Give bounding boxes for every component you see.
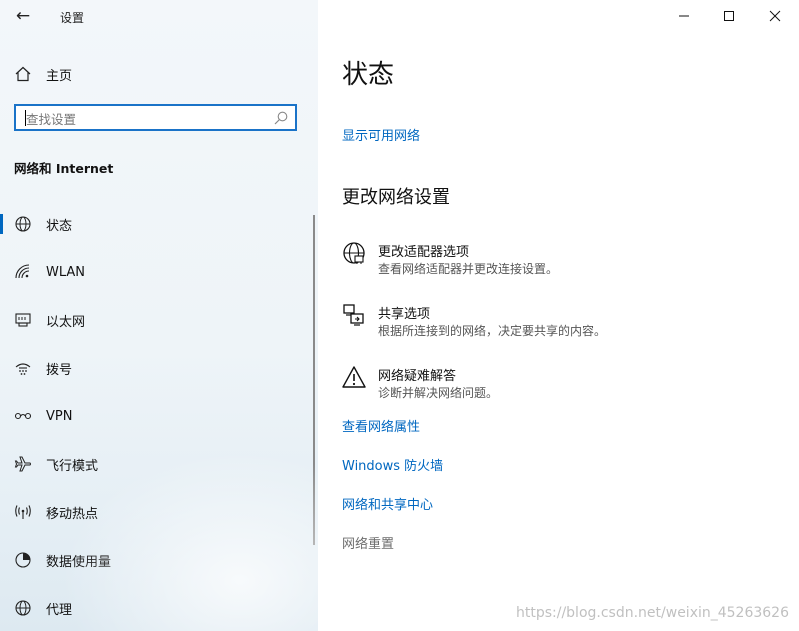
app-title: 设置 <box>60 11 85 25</box>
option-title: 共享选项 <box>378 307 431 322</box>
sidebar: ← 设置 主页 网络和 Internet 状态 WLAN 以太网 <box>0 0 318 631</box>
adapter-globe-icon <box>342 241 366 265</box>
windows-firewall-link[interactable]: Windows 防火墙 <box>342 455 443 474</box>
search-box[interactable] <box>14 104 297 131</box>
maximize-icon[interactable] <box>718 6 740 26</box>
data-usage-icon <box>14 551 32 569</box>
sidebar-item-label: 数据使用量 <box>46 554 112 570</box>
option-title: 网络疑难解答 <box>378 369 457 384</box>
network-sharing-center-link[interactable]: 网络和共享中心 <box>342 494 433 513</box>
sidebar-item-vpn[interactable]: VPN <box>14 406 72 426</box>
selected-indicator <box>0 214 3 234</box>
globe-icon <box>14 215 32 233</box>
sidebar-item-label: 代理 <box>46 602 73 618</box>
back-arrow-icon[interactable]: ← <box>12 6 34 26</box>
sidebar-item-airplane[interactable]: 飞行模式 <box>14 454 98 474</box>
sidebar-item-dialup[interactable]: 拨号 <box>14 358 72 378</box>
option-description: 根据所连接到的网络，决定要共享的内容。 <box>378 324 607 338</box>
sharing-options[interactable]: 共享选项 根据所连接到的网络，决定要共享的内容。 <box>342 303 782 343</box>
sidebar-item-status[interactable]: 状态 <box>14 214 72 234</box>
vpn-icon <box>14 407 32 425</box>
sidebar-item-ethernet[interactable]: 以太网 <box>14 310 85 330</box>
wifi-icon <box>14 263 32 281</box>
network-reset-link[interactable]: 网络重置 <box>342 533 394 552</box>
change-network-settings-heading: 更改网络设置 <box>342 187 450 208</box>
option-title: 更改适配器选项 <box>378 245 470 260</box>
network-troubleshooter[interactable]: 网络疑难解答 诊断并解决网络问题。 <box>342 365 782 405</box>
sidebar-item-proxy[interactable]: 代理 <box>14 598 72 618</box>
sidebar-scrollbar[interactable] <box>313 215 315 545</box>
search-icon[interactable] <box>273 110 289 126</box>
home-icon <box>14 65 32 83</box>
change-adapter-options[interactable]: 更改适配器选项 查看网络适配器并更改连接设置。 <box>342 241 782 281</box>
sidebar-item-label: 飞行模式 <box>46 458 99 474</box>
sidebar-item-label: 以太网 <box>46 314 86 330</box>
sidebar-item-label: VPN <box>46 408 73 424</box>
dialup-icon <box>14 359 32 377</box>
watermark: https://blog.csdn.net/weixin_45263626 <box>515 605 789 621</box>
show-available-networks-link[interactable]: 显示可用网络 <box>342 125 420 144</box>
sidebar-item-wlan[interactable]: WLAN <box>14 262 85 282</box>
section-heading: 网络和 Internet <box>14 161 114 176</box>
option-description: 诊断并解决网络问题。 <box>378 386 499 400</box>
sidebar-item-hotspot[interactable]: 移动热点 <box>14 502 98 522</box>
ethernet-icon <box>14 311 32 329</box>
sidebar-item-label: 状态 <box>46 218 73 234</box>
search-input[interactable] <box>24 109 268 129</box>
sidebar-item-label: 移动热点 <box>46 506 99 522</box>
close-icon[interactable] <box>764 6 786 26</box>
sidebar-item-data-usage[interactable]: 数据使用量 <box>14 550 111 570</box>
sharing-icon <box>342 303 366 327</box>
option-description: 查看网络适配器并更改连接设置。 <box>378 262 559 276</box>
warning-icon <box>342 365 366 389</box>
view-network-properties-link[interactable]: 查看网络属性 <box>342 416 420 435</box>
airplane-icon <box>14 455 32 473</box>
home-label: 主页 <box>46 68 73 84</box>
sidebar-item-label: WLAN <box>46 264 86 280</box>
home-nav-item[interactable]: 主页 <box>14 64 72 84</box>
main-content: 状态 显示可用网络 更改网络设置 更改适配器选项 查看网络适配器并更改连接设置。… <box>318 0 799 631</box>
minimize-icon[interactable] <box>673 6 695 26</box>
hotspot-icon <box>14 503 32 521</box>
sidebar-item-label: 拨号 <box>46 362 73 378</box>
page-title: 状态 <box>342 60 395 90</box>
proxy-globe-icon <box>14 599 32 617</box>
